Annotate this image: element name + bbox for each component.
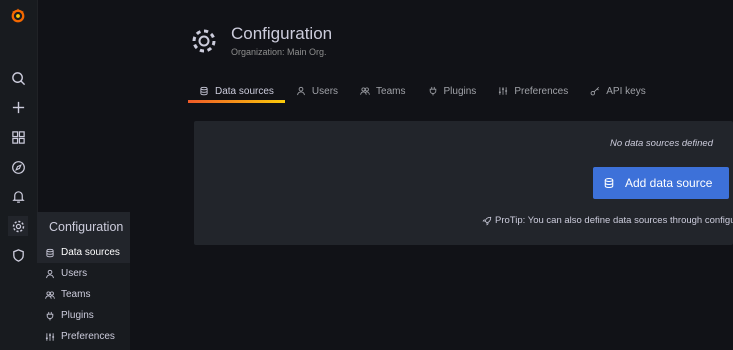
- configuration-flyout-menu: Configuration Data sources Users Teams P…: [37, 212, 130, 350]
- page-subtitle: Organization: Main Org.: [231, 47, 327, 57]
- tab-label: Preferences: [514, 85, 569, 97]
- flyout-item-label: Data sources: [61, 247, 120, 258]
- tab-label: Teams: [376, 85, 406, 97]
- tab-label: Plugins: [443, 85, 477, 97]
- tab-label: Data sources: [215, 85, 274, 97]
- tab-preferences[interactable]: Preferences: [487, 82, 579, 100]
- database-icon: [603, 177, 615, 189]
- flyout-item-preferences[interactable]: Preferences: [37, 326, 130, 347]
- users-icon: [45, 290, 55, 300]
- database-icon: [199, 86, 209, 96]
- tab-label: Users: [311, 85, 339, 97]
- grafana-logo-icon[interactable]: [8, 6, 28, 26]
- user-icon: [45, 269, 55, 279]
- gear-icon: [192, 29, 216, 52]
- protip: ProTip: You can also define data sources…: [482, 215, 733, 226]
- key-icon: [590, 86, 600, 96]
- tab-plugins[interactable]: Plugins: [417, 82, 488, 100]
- page-header: Configuration Organization: Main Org.: [189, 24, 332, 57]
- flyout-item-label: Preferences: [61, 331, 115, 342]
- tab-teams[interactable]: Teams: [349, 82, 416, 100]
- flyout-item-users[interactable]: Users: [37, 263, 130, 284]
- flyout-item-plugins[interactable]: Plugins: [37, 305, 130, 326]
- page-title: Configuration: [231, 24, 333, 43]
- search-icon[interactable]: [8, 68, 28, 88]
- gear-icon[interactable]: [8, 216, 28, 236]
- sliders-icon: [498, 86, 508, 96]
- bell-icon[interactable]: [8, 186, 28, 206]
- explore-icon[interactable]: [8, 157, 28, 177]
- empty-state-message: No data sources defined: [610, 138, 713, 149]
- flyout-item-label: Users: [61, 268, 88, 279]
- flyout-item-label: Plugins: [61, 310, 94, 321]
- plug-icon: [45, 311, 55, 321]
- plus-icon[interactable]: [8, 97, 28, 117]
- sidebar: [0, 0, 38, 350]
- tab-users[interactable]: Users: [285, 82, 349, 100]
- shield-icon[interactable]: [8, 245, 28, 265]
- plug-icon: [428, 86, 438, 96]
- rocket-icon: [482, 216, 492, 226]
- database-icon: [45, 248, 55, 258]
- flyout-item-data-sources[interactable]: Data sources: [37, 242, 130, 263]
- sliders-icon: [45, 332, 55, 342]
- flyout-title[interactable]: Configuration: [37, 212, 130, 242]
- flyout-item-teams[interactable]: Teams: [37, 284, 130, 305]
- add-data-source-label: Add data source: [625, 176, 713, 190]
- users-icon: [360, 86, 370, 96]
- tab-api-keys[interactable]: API keys: [579, 82, 656, 100]
- flyout-item-label: Teams: [61, 289, 91, 300]
- tab-label: API keys: [606, 85, 646, 97]
- user-icon: [296, 86, 306, 96]
- tab-bar: Data sources Users Teams Plugins Prefere…: [188, 82, 657, 103]
- protip-text: ProTip: You can also define data sources…: [495, 215, 733, 226]
- add-data-source-button[interactable]: Add data source: [593, 167, 729, 199]
- tab-data-sources[interactable]: Data sources: [188, 82, 285, 103]
- empty-state-panel: No data sources defined Add data source …: [194, 121, 733, 245]
- dashboards-icon[interactable]: [8, 127, 28, 147]
